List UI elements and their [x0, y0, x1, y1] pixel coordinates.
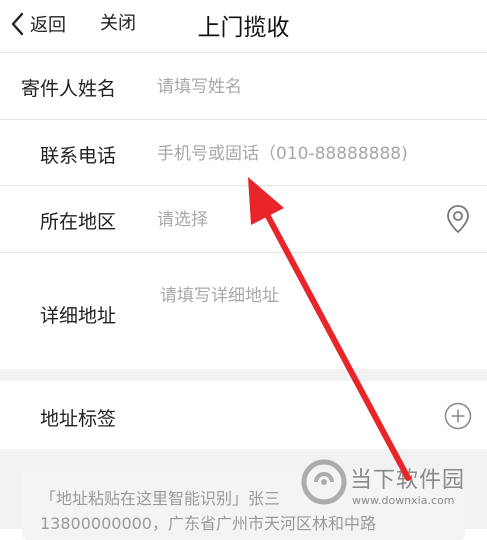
- sender-name-row: 寄件人姓名: [0, 53, 487, 119]
- region-label: 所在地区: [40, 211, 117, 233]
- address-input[interactable]: [160, 281, 460, 357]
- phone-input[interactable]: [157, 142, 477, 166]
- section-gap: [0, 369, 487, 381]
- back-button[interactable]: 返回: [10, 9, 66, 39]
- phone-label: 联系电话: [40, 145, 117, 167]
- smart-paste-area[interactable]: 「地址粘贴在这里智能识别」张三 13800000000，广东省广州市天河区林和中…: [22, 470, 465, 540]
- plus-circle-icon[interactable]: [444, 402, 472, 430]
- sender-name-label: 寄件人姓名: [21, 78, 117, 100]
- sender-name-input[interactable]: [157, 75, 457, 99]
- location-pin-icon[interactable]: [445, 204, 471, 234]
- chevron-left-icon: [11, 12, 24, 36]
- address-tag-label: 地址标签: [40, 408, 117, 430]
- page-title: 上门揽收: [197, 15, 290, 41]
- region-select[interactable]: [157, 208, 397, 232]
- address-tag-row: 地址标签: [0, 381, 487, 449]
- region-row[interactable]: 所在地区: [0, 186, 487, 252]
- back-label: 返回: [30, 15, 66, 36]
- address-label: 详细地址: [40, 305, 117, 327]
- page-title-wrap: 上门揽收: [0, 8, 487, 42]
- top-nav-bar: 返回 关闭 上门揽收: [0, 0, 487, 50]
- phone-row: 联系电话: [0, 120, 487, 185]
- address-row: 详细地址: [0, 253, 487, 369]
- close-button[interactable]: 关闭: [100, 9, 136, 39]
